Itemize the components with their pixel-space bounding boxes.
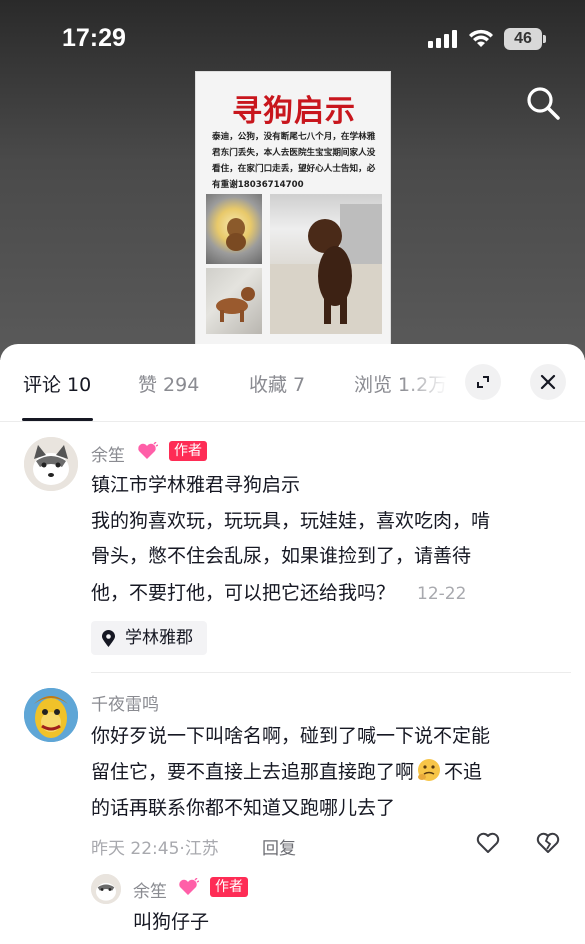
tab-fade-overlay	[400, 358, 460, 408]
cellular-signal-icon	[428, 30, 458, 48]
search-icon	[527, 87, 560, 120]
poster-text: 泰迪，公狗，没有断尾七八个月，在学林雅君东门丢失，本人去医院生宝宝期间家人没看住…	[212, 132, 376, 190]
close-icon	[540, 374, 556, 390]
reply-username[interactable]: 余笙	[133, 877, 167, 902]
expand-icon	[477, 376, 489, 388]
pink-heart-icon	[179, 878, 199, 895]
location-label: 学林雅郡	[125, 628, 193, 648]
search-button[interactable]	[524, 84, 562, 122]
expand-button[interactable]	[465, 364, 501, 400]
comment-text-line-1: 你好歹说一下叫啥名啊，碰到了喊一下说不定能	[91, 725, 491, 747]
comment-text-tail: 不追	[444, 761, 483, 783]
dog-photo-3	[270, 194, 382, 334]
dog-photo-1	[206, 194, 262, 264]
comment-region: 江苏	[184, 839, 219, 859]
poster-title: 寻狗启示	[232, 94, 356, 129]
like-button[interactable]	[475, 831, 501, 859]
comment-meta: 昨天 22:45·江苏	[91, 834, 219, 859]
broken-heart-icon	[536, 832, 560, 853]
comment-tabs: 评论 10 赞 294 收藏 7 浏览 1.2万	[0, 344, 585, 422]
status-time: 17:29	[62, 24, 126, 52]
close-button[interactable]	[530, 364, 566, 400]
lost-dog-poster-image[interactable]: 寻狗启示 泰迪，公狗，没有断尾七八个月，在学林雅君东门丢失，本人去医院生宝宝期间…	[195, 71, 391, 346]
reply-text: 叫狗仔子	[133, 911, 210, 933]
avatar[interactable]	[24, 437, 78, 491]
thinking-face-icon	[418, 759, 441, 781]
location-pin-icon	[102, 630, 115, 647]
active-tab-indicator	[22, 418, 93, 421]
comment-date: 12-22	[417, 584, 467, 604]
comment-divider	[91, 672, 571, 673]
comment-text-line-3: 的话再联系你都不知道又跑哪儿去了	[91, 797, 396, 819]
comment-text: 他，不要打他，可以把它还给我吗？	[91, 582, 396, 604]
comment-text-line-3: 他，不要打他，可以把它还给我吗？ 12-22	[91, 578, 466, 610]
status-bar: 17:29 46	[0, 0, 585, 80]
battery-indicator: 46	[504, 28, 546, 50]
location-tag[interactable]: 学林雅郡	[91, 621, 207, 655]
dislike-button[interactable]	[535, 831, 561, 859]
comment-username[interactable]: 余笙	[91, 441, 125, 466]
tab-favorites[interactable]: 收藏 7	[249, 370, 305, 397]
author-badge: 作者	[169, 441, 207, 461]
tab-comments[interactable]: 评论 10	[23, 370, 91, 397]
comment-title-line: 镇江市学林雅君寻狗启示	[91, 474, 301, 496]
avatar[interactable]	[24, 688, 78, 742]
comment-sheet: 评论 10 赞 294 收藏 7 浏览 1.2万	[0, 344, 585, 944]
comment-text-line-2: 留住它，要不直接上去追那直接跑了啊 不追	[91, 757, 482, 788]
reply-avatar[interactable]	[91, 874, 121, 904]
dog-photo-2	[206, 268, 262, 334]
pink-heart-icon	[138, 442, 158, 459]
comment-text-line-2: 骨头，憋不住会乱尿，如果谁捡到了，请善待	[91, 545, 472, 567]
comment-text-line-1: 我的狗喜欢玩，玩玩具，玩娃娃，喜欢吃肉，啃	[91, 510, 491, 532]
tab-likes[interactable]: 赞 294	[138, 370, 199, 397]
comment-time: 昨天 22:45	[91, 839, 180, 859]
heart-outline-icon	[476, 832, 500, 853]
reply-button[interactable]: 回复	[262, 834, 296, 859]
author-badge: 作者	[210, 877, 248, 897]
wifi-icon	[469, 29, 493, 47]
comment-username[interactable]: 千夜雷鸣	[91, 690, 159, 715]
comment-text: 留住它，要不直接上去追那直接跑了啊	[91, 761, 415, 783]
